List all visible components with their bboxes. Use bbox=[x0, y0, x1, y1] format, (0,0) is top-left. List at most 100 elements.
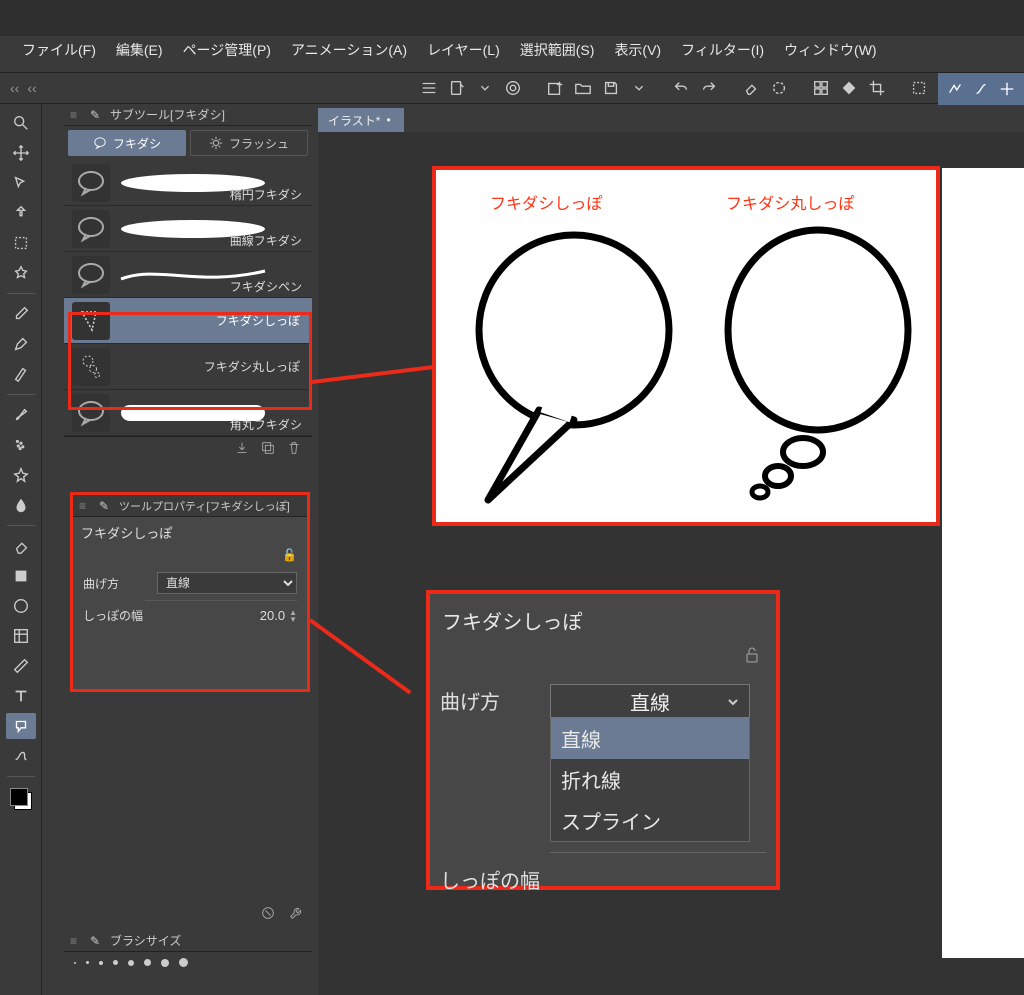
tool-magnifier[interactable] bbox=[6, 110, 36, 136]
menu-edit[interactable]: 編集(E) bbox=[116, 40, 163, 60]
target-icon[interactable] bbox=[502, 77, 524, 99]
loading-icon[interactable] bbox=[768, 77, 790, 99]
tool-text[interactable] bbox=[6, 683, 36, 709]
canvas-paper bbox=[942, 168, 1024, 958]
tailwidth-label: しっぽの幅 bbox=[83, 607, 147, 624]
panel-menu-icon[interactable]: ≡ bbox=[79, 499, 93, 513]
tailwidth-value[interactable]: 20.0 bbox=[245, 608, 285, 623]
subtool-item-balloon-pen[interactable]: フキダシペン bbox=[64, 252, 312, 298]
panel-edit-icon[interactable]: ✎ bbox=[90, 108, 104, 122]
panel-edit-icon[interactable]: ✎ bbox=[90, 934, 104, 948]
tool-brush[interactable] bbox=[6, 402, 36, 428]
grid-icon[interactable] bbox=[810, 77, 832, 99]
tool-pencil[interactable] bbox=[6, 361, 36, 387]
reset-icon[interactable] bbox=[260, 905, 276, 924]
tool-balloon[interactable] bbox=[6, 713, 36, 739]
subtool-item-ellipse-balloon[interactable]: 楕円フキダシ bbox=[64, 160, 312, 206]
tool-blend[interactable] bbox=[6, 492, 36, 518]
crop-icon[interactable] bbox=[866, 77, 888, 99]
popup-bend-label: 曲げ方 bbox=[440, 684, 550, 715]
menu-selection[interactable]: 選択範囲(S) bbox=[520, 40, 595, 60]
lock-icon[interactable] bbox=[742, 654, 762, 668]
menu-file[interactable]: ファイル(F) bbox=[22, 40, 96, 60]
dropdown-option[interactable]: 直線 bbox=[551, 718, 749, 759]
dropdown-option[interactable]: スプライン bbox=[551, 800, 749, 841]
toolprop-footer bbox=[64, 902, 312, 926]
subtool-duplicate-icon[interactable] bbox=[260, 440, 276, 459]
popup-bend-select[interactable]: 直線 bbox=[550, 684, 750, 718]
subtool-item-balloon-tail[interactable]: フキダシしっぽ bbox=[64, 298, 312, 344]
canvas-tab-label: イラスト* bbox=[328, 112, 380, 129]
close-icon[interactable]: • bbox=[386, 113, 398, 125]
lock-icon[interactable]: 🔓 bbox=[282, 548, 297, 562]
bend-label: 曲げ方 bbox=[83, 575, 147, 592]
menu-window[interactable]: ウィンドウ(W) bbox=[784, 40, 877, 60]
tab-label: フキダシ bbox=[113, 135, 161, 152]
dropdown-caret-icon[interactable] bbox=[474, 77, 496, 99]
ruler-snap-icon[interactable] bbox=[970, 78, 992, 100]
tool-eraser[interactable] bbox=[6, 533, 36, 559]
tool-movelayer[interactable] bbox=[6, 200, 36, 226]
subtool-label: フキダシ丸しっぽ bbox=[118, 358, 304, 375]
panel-menu-icon[interactable]: ≡ bbox=[70, 934, 84, 948]
tool-fill[interactable] bbox=[6, 563, 36, 589]
menu-layer[interactable]: レイヤー(L) bbox=[427, 40, 500, 60]
hamburger-icon[interactable] bbox=[418, 77, 440, 99]
snap-toggle-icon[interactable] bbox=[944, 78, 966, 100]
new-layer-icon[interactable] bbox=[544, 77, 566, 99]
tailwidth-spinner[interactable]: ▲▼ bbox=[289, 609, 297, 623]
subtool-item-balloon-round-tail[interactable]: フキダシ丸しっぽ bbox=[64, 344, 312, 390]
menu-animation[interactable]: アニメーション(A) bbox=[291, 40, 407, 60]
tool-ellipse[interactable] bbox=[6, 593, 36, 619]
tool-ruler[interactable] bbox=[6, 653, 36, 679]
subtool-tab-balloon[interactable]: フキダシ bbox=[68, 130, 186, 156]
panel-collapse-left-icon[interactable]: ‹‹ bbox=[10, 80, 19, 96]
canvas-tab[interactable]: イラスト* • bbox=[318, 108, 404, 132]
tool-eyedropper[interactable] bbox=[6, 301, 36, 327]
open-folder-icon[interactable] bbox=[572, 77, 594, 99]
redo-icon[interactable] bbox=[698, 77, 720, 99]
popup-bend-dropdown[interactable]: 直線 折れ線 スプライン bbox=[550, 718, 750, 842]
wrench-icon[interactable] bbox=[288, 905, 304, 924]
subtool-item-curve-balloon[interactable]: 曲線フキダシ bbox=[64, 206, 312, 252]
dropdown-caret2-icon[interactable] bbox=[628, 77, 650, 99]
menu-page[interactable]: ページ管理(P) bbox=[183, 40, 271, 60]
new-doc-icon[interactable] bbox=[446, 77, 468, 99]
tool-pen[interactable] bbox=[6, 331, 36, 357]
brush-size-presets[interactable] bbox=[64, 952, 312, 973]
tool-decoration[interactable] bbox=[6, 462, 36, 488]
guide-snap-icon[interactable] bbox=[996, 78, 1018, 100]
main-menubar[interactable]: ファイル(F) 編集(E) ページ管理(P) アニメーション(A) レイヤー(L… bbox=[0, 36, 1024, 64]
brush-panel-title: ブラシサイズ bbox=[110, 932, 181, 949]
color-swatch[interactable] bbox=[6, 784, 36, 814]
subtool-item-rounded-balloon[interactable]: 角丸フキダシ bbox=[64, 390, 312, 436]
tool-frame[interactable] bbox=[6, 623, 36, 649]
tool-operation[interactable] bbox=[6, 170, 36, 196]
undo-icon[interactable] bbox=[670, 77, 692, 99]
save-icon[interactable] bbox=[600, 77, 622, 99]
bend-select[interactable]: 直線 bbox=[157, 572, 297, 594]
tool-marquee[interactable] bbox=[6, 230, 36, 256]
subtool-tab-flash[interactable]: フラッシュ bbox=[190, 130, 308, 156]
subtool-import-icon[interactable] bbox=[234, 440, 250, 459]
panel-edit-icon[interactable]: ✎ bbox=[99, 499, 113, 513]
tp-popup-title: フキダシしっぽ bbox=[440, 602, 766, 645]
sample-caption-2: フキダシ丸しっぽ bbox=[726, 190, 854, 214]
tool-move[interactable] bbox=[6, 140, 36, 166]
panel-collapse-left2-icon[interactable]: ‹‹ bbox=[27, 80, 36, 96]
thought-bubble-icon bbox=[708, 220, 928, 510]
popup-bend-value: 直線 bbox=[630, 687, 670, 716]
menu-filter[interactable]: フィルター(I) bbox=[681, 40, 764, 60]
fill-icon[interactable] bbox=[838, 77, 860, 99]
erase-icon[interactable] bbox=[740, 77, 762, 99]
tool-correctline[interactable] bbox=[6, 743, 36, 769]
dropdown-option[interactable]: 折れ線 bbox=[551, 759, 749, 800]
tool-palette bbox=[0, 104, 42, 995]
tool-airbrush[interactable] bbox=[6, 432, 36, 458]
menu-view[interactable]: 表示(V) bbox=[614, 40, 661, 60]
annotation-toolprop-zoom: フキダシしっぽ 曲げ方 直線 直線 折れ線 スプライン しっぽの幅 bbox=[426, 590, 780, 890]
tool-automarquee[interactable] bbox=[6, 260, 36, 286]
marquee-icon[interactable] bbox=[908, 77, 930, 99]
panel-menu-icon[interactable]: ≡ bbox=[70, 108, 84, 122]
subtool-delete-icon[interactable] bbox=[286, 440, 302, 459]
